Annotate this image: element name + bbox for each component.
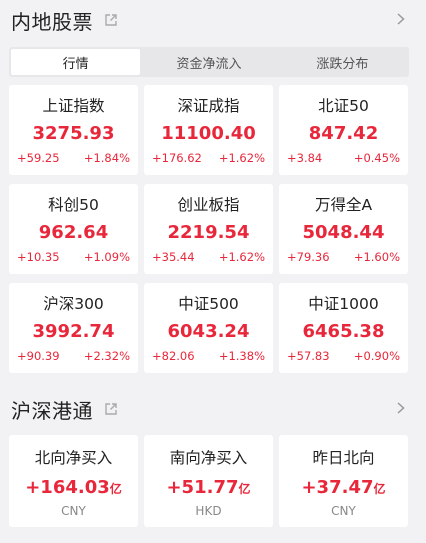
section-title: 沪深港通 [11,398,93,423]
index-change-pct: +1.84% [83,151,130,165]
index-card[interactable]: 上证指数 3275.93 +59.25 +1.84% [9,85,138,175]
index-change-pct: +0.45% [353,151,400,165]
tab-quotes[interactable]: 行情 [11,49,141,75]
index-change-pct: +0.90% [353,349,400,363]
chevron-right-icon[interactable] [394,10,408,28]
index-change-pct: +1.38% [218,349,265,363]
market-tabs: 行情 资金净流入 涨跌分布 [9,47,409,77]
index-change: +90.39 [17,349,60,363]
chevron-right-icon[interactable] [394,399,408,417]
index-name: 科创50 [48,196,99,214]
index-change: +10.35 [17,250,60,264]
flow-unit: 亿 [109,482,122,496]
index-name: 中证500 [178,295,239,313]
index-value: 847.42 [308,123,379,144]
index-value: 3275.93 [32,123,115,144]
index-card[interactable]: 北证50 847.42 +3.84 +0.45% [279,85,408,175]
section-header-mainland-stocks[interactable]: 内地股票 [0,0,426,40]
index-card[interactable]: 沪深300 3992.74 +90.39 +2.32% [9,283,138,373]
flow-card[interactable]: 北向净买入 +164.03亿 CNY [9,435,138,527]
index-change: +79.36 [287,250,330,264]
flow-unit: 亿 [373,482,386,496]
index-change: +57.83 [287,349,330,363]
flow-card[interactable]: 昨日北向 +37.47亿 CNY [279,435,408,527]
index-name: 北证50 [318,97,369,115]
index-change-pct: +2.32% [83,349,130,363]
index-card[interactable]: 深证成指 11100.40 +176.62 +1.62% [144,85,273,175]
index-value: 5048.44 [302,222,385,243]
index-name: 沪深300 [43,295,104,313]
share-external-icon[interactable] [104,402,118,416]
flow-card[interactable]: 南向净买入 +51.77亿 HKD [144,435,273,527]
flow-amount: +37.47 [301,477,374,498]
index-card[interactable]: 万得全A 5048.44 +79.36 +1.60% [279,184,408,274]
flow-amount: +51.77 [166,477,239,498]
index-value: 6043.24 [167,321,250,342]
share-external-icon[interactable] [104,13,118,27]
tab-distribution[interactable]: 涨跌分布 [278,49,407,75]
flow-name: 昨日北向 [312,449,375,467]
index-value: 6465.38 [302,321,385,342]
index-name: 中证1000 [308,295,379,313]
index-name: 万得全A [314,196,373,214]
index-change: +3.84 [287,151,323,165]
section-title: 内地股票 [11,9,93,34]
flow-currency: CNY [331,504,356,518]
flow-currency: CNY [61,504,86,518]
index-change: +35.44 [152,250,195,264]
index-card[interactable]: 科创50 962.64 +10.35 +1.09% [9,184,138,274]
index-change: +59.25 [17,151,60,165]
index-value: 2219.54 [167,222,250,243]
index-change-pct: +1.62% [218,151,265,165]
index-change-pct: +1.62% [218,250,265,264]
index-card[interactable]: 中证1000 6465.38 +57.83 +0.90% [279,283,408,373]
section-header-stock-connect[interactable]: 沪深港通 [0,389,426,429]
index-name: 上证指数 [42,97,105,115]
index-value: 11100.40 [161,123,256,144]
index-card[interactable]: 中证500 6043.24 +82.06 +1.38% [144,283,273,373]
flow-amount: +164.03 [25,477,110,498]
flow-value: +164.03亿 [25,476,122,500]
index-name: 创业板指 [177,196,240,214]
index-value: 962.64 [38,222,109,243]
index-card[interactable]: 创业板指 2219.54 +35.44 +1.62% [144,184,273,274]
index-change-pct: +1.09% [83,250,130,264]
index-name: 深证成指 [177,97,240,115]
flow-name: 南向净买入 [169,449,248,467]
flow-unit: 亿 [238,482,251,496]
index-change-pct: +1.60% [353,250,400,264]
flow-currency: HKD [195,504,222,518]
flow-value: +51.77亿 [166,476,250,500]
index-value: 3992.74 [32,321,115,342]
tab-net-inflow[interactable]: 资金净流入 [144,49,273,75]
index-change: +176.62 [152,151,202,165]
flow-name: 北向净买入 [34,449,113,467]
index-change: +82.06 [152,349,195,363]
flow-value: +37.47亿 [301,476,385,500]
